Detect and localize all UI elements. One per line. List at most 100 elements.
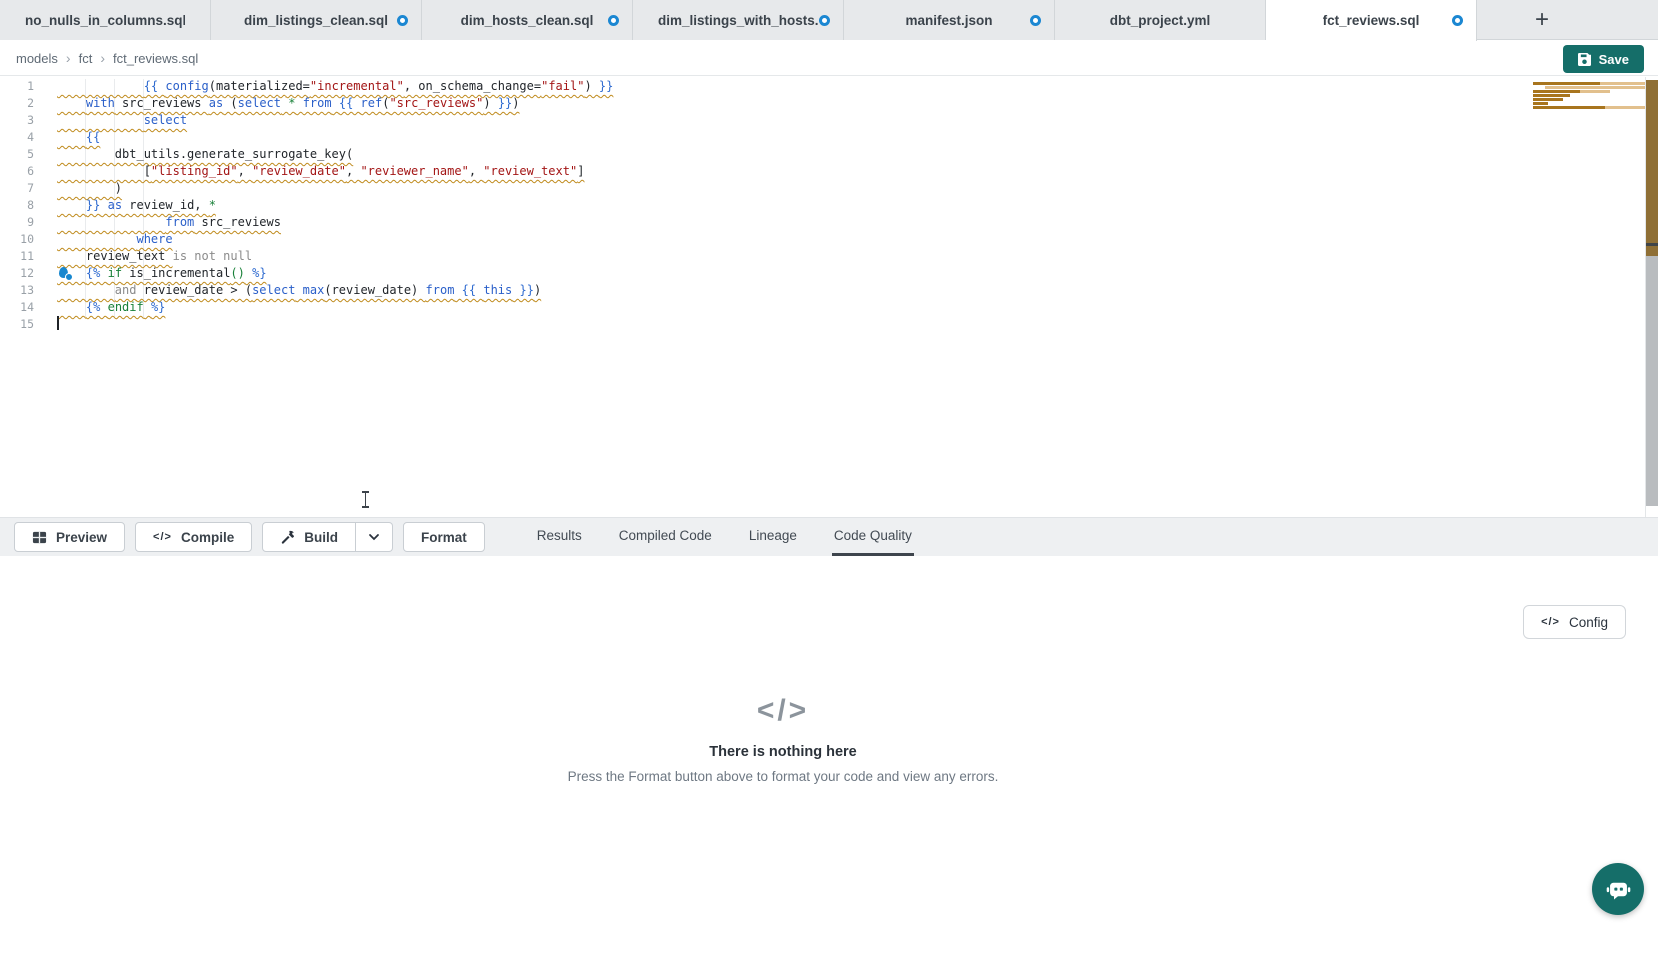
code-line-content: select [57,112,187,129]
modified-dot [608,15,619,26]
code-line-2[interactable]: 2 with src_reviews as (select * from {{ … [0,95,1658,112]
panel-tab-results[interactable]: Results [535,518,584,556]
tab-label: fct_reviews.sql [1323,13,1420,28]
tab-bar: no_nulls_in_columns.sql dim_listings_clea… [0,0,1658,40]
panel-tab-compiled-code[interactable]: Compiled Code [617,518,714,556]
preview-button[interactable]: Preview [14,522,125,552]
code-line-13[interactable]: 13 and review_date > (select max(review_… [0,282,1658,299]
minimap-row [1533,98,1645,101]
scrollbar-mark [1646,256,1658,506]
code-line-content: review_text is not null [57,248,252,265]
line-number: 4 [0,129,34,146]
line-number: 5 [0,146,34,163]
code-line-1[interactable]: 1 {{ config(materialized="incremental", … [0,78,1658,95]
code-icon: </> [1541,616,1560,628]
empty-state-subtitle: Press the Format button above to format … [433,769,1133,784]
modified-dot [819,15,830,26]
scrollbar-mark [1646,246,1658,256]
mouse-cursor-ibeam [361,491,370,508]
new-tab-button[interactable]: + [1527,8,1557,32]
line-number: 14 [0,299,34,316]
code-line-9[interactable]: 9 from src_reviews [0,214,1658,231]
code-line-14[interactable]: 14 {% endif %} [0,299,1658,316]
minimap-mark [1533,98,1563,101]
minimap-row [1533,102,1645,105]
minimap-mark [1533,106,1605,109]
line-number: 6 [0,163,34,180]
minimap-mark-light [1605,106,1645,109]
breadcrumb-item-fct-reviews-sql[interactable]: fct_reviews.sql [113,51,198,66]
line-number: 2 [0,95,34,112]
breadcrumb-item-models[interactable]: models [16,51,58,66]
build-label: Build [304,530,338,545]
code-line-content: with src_reviews as (select * from {{ re… [57,95,520,112]
line-number: 10 [0,231,34,248]
minimap-mark-light [1580,90,1610,93]
table-icon [32,530,47,545]
tab-dbt-project-yml[interactable]: dbt_project.yml [1055,0,1266,40]
code-line-15[interactable]: 15 [0,316,1658,333]
code-line-6[interactable]: 6 ["listing_id", "review_date", "reviewe… [0,163,1658,180]
breadcrumb-item-fct[interactable]: fct [79,51,93,66]
line-number: 11 [0,248,34,265]
save-button[interactable]: Save [1563,45,1644,73]
preview-label: Preview [56,530,107,545]
code-line-11[interactable]: 11 review_text is not null [0,248,1658,265]
save-icon [1578,53,1591,66]
minimap-mark [1533,90,1580,93]
line-number: 12 [0,265,34,282]
panel-tab-lineage[interactable]: Lineage [747,518,799,556]
tab-fct-reviews-sql[interactable]: fct_reviews.sql [1266,0,1477,41]
tab-label: manifest.json [905,13,992,28]
tab-manifest-json[interactable]: manifest.json [844,0,1055,40]
minimap-row [1545,86,1645,89]
modified-dot [1030,15,1041,26]
breadcrumb-bar: models›fct›fct_reviews.sql Save [0,41,1658,76]
code-line-5[interactable]: 5 dbt_utils.generate_surrogate_key( [0,146,1658,163]
text-caret [57,316,59,330]
code-line-8[interactable]: 8 }} as review_id, * [0,197,1658,214]
build-button[interactable]: Build [262,522,356,552]
dbt-ide-window: no_nulls_in_columns.sql dim_listings_clea… [0,0,1658,955]
code-line-content [57,316,59,333]
format-label: Format [421,530,467,545]
line-number: 13 [0,282,34,299]
code-line-10[interactable]: 10 where [0,231,1658,248]
code-line-content: where [57,231,173,248]
build-dropdown-button[interactable] [356,522,393,552]
compile-button[interactable]: </> Compile [135,522,252,552]
format-button[interactable]: Format [403,522,485,552]
tab-dim-listings-with-hosts-sql[interactable]: dim_listings_with_hosts.sql [633,0,844,40]
minimap-mark-light [1600,82,1645,85]
build-split-button: Build [262,522,393,552]
tab-no-nulls-in-columns-sql[interactable]: no_nulls_in_columns.sql [0,0,211,40]
panel-tab-code-quality[interactable]: Code Quality [832,518,914,556]
code-line-content: from src_reviews [57,214,281,231]
scrollbar[interactable] [1645,77,1658,517]
code-action-icon[interactable] [59,267,74,281]
code-line-4[interactable]: 4 {{ [0,129,1658,146]
tab-label: no_nulls_in_columns.sql [25,13,185,28]
code-line-12[interactable]: 12 {% if is_incremental() %} [0,265,1658,282]
code-line-7[interactable]: 7 ) [0,180,1658,197]
line-number: 9 [0,214,34,231]
line-number: 7 [0,180,34,197]
compile-label: Compile [181,530,234,545]
modified-dot [1452,15,1463,26]
tab-dim-hosts-clean-sql[interactable]: dim_hosts_clean.sql [422,0,633,40]
code-line-3[interactable]: 3 select [0,112,1658,129]
line-number: 3 [0,112,34,129]
modified-dot [397,15,408,26]
breadcrumb: models›fct›fct_reviews.sql [16,50,198,66]
config-button[interactable]: </> Config [1523,605,1626,639]
code-editor[interactable]: 1 {{ config(materialized="incremental", … [0,77,1658,517]
code-line-content: ) [57,180,122,197]
tab-dim-listings-clean-sql[interactable]: dim_listings_clean.sql [211,0,422,40]
tab-label: dim_listings_with_hosts.sql [658,13,818,28]
breadcrumb-separator: › [66,50,71,66]
minimap[interactable] [1533,82,1645,110]
empty-state: </> There is nothing here Press the Form… [433,694,1133,784]
code-line-content: and review_date > (select max(review_dat… [57,282,541,299]
robot-chat-icon [1605,876,1632,903]
chat-assistant-button[interactable] [1592,863,1644,915]
